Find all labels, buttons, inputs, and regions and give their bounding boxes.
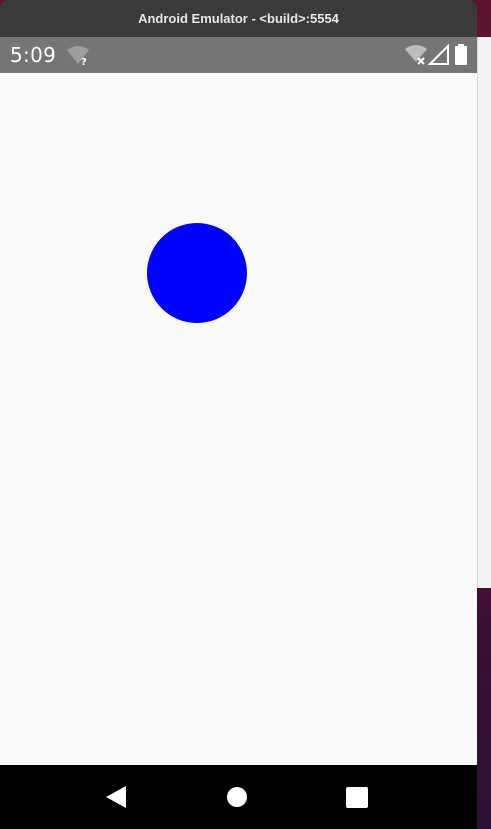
window-title-bar[interactable]: Android Emulator - <build>:5554 — [0, 0, 477, 37]
wifi-unknown-icon: ? — [67, 46, 89, 65]
recents-icon[interactable] — [345, 785, 369, 809]
blue-circle[interactable] — [147, 223, 247, 323]
home-icon[interactable] — [226, 785, 250, 809]
navigation-bar — [0, 765, 477, 829]
window-title: Android Emulator - <build>:5554 — [138, 11, 339, 26]
cellular-signal-icon — [427, 43, 449, 65]
status-time: 5:09 — [10, 43, 57, 67]
status-right-icons — [405, 43, 467, 65]
emulator-side-panel — [477, 37, 491, 588]
back-icon[interactable] — [104, 785, 128, 809]
wifi-off-icon — [405, 45, 427, 65]
svg-text:?: ? — [81, 57, 87, 65]
emulator-screen: 5:09 ? — [0, 37, 477, 829]
app-content[interactable] — [0, 73, 477, 765]
status-bar: 5:09 ? — [0, 37, 477, 73]
battery-icon — [455, 44, 467, 65]
